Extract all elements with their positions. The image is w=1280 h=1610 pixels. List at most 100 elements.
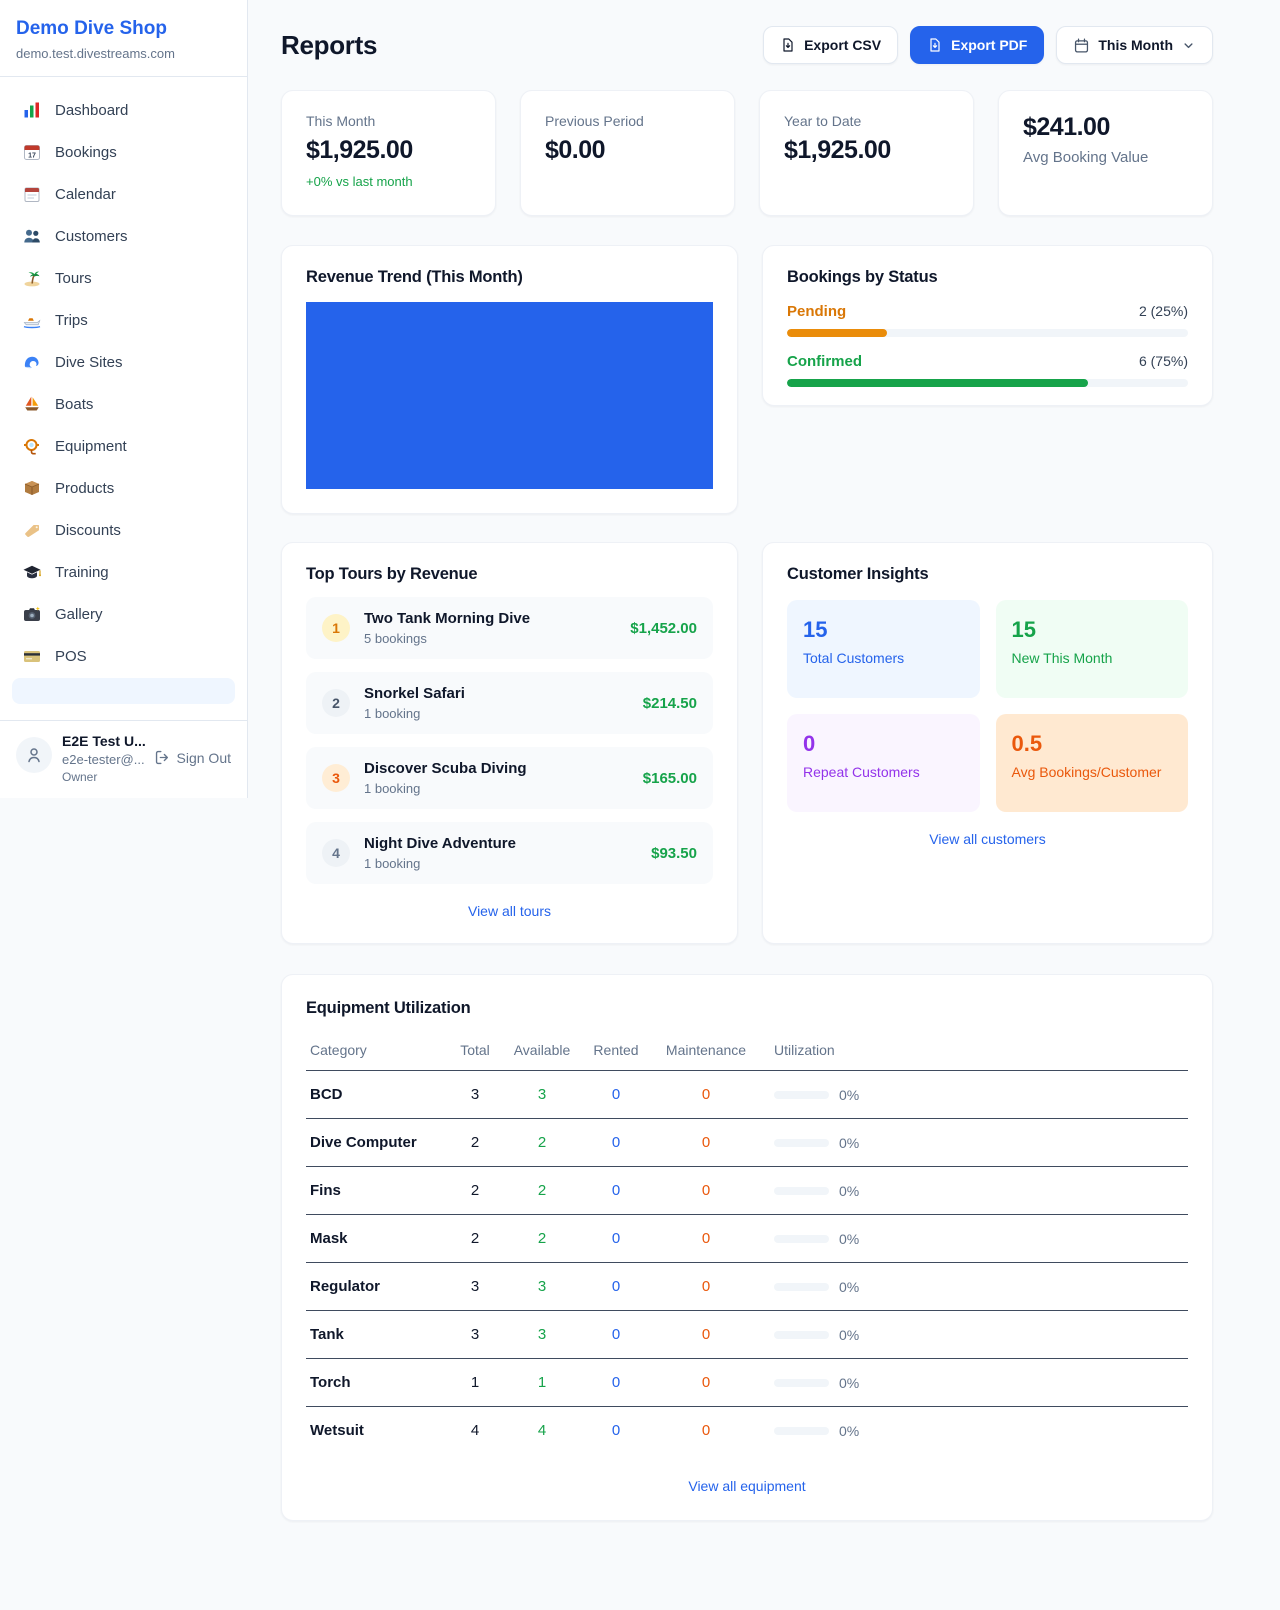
sidebar-item-equipment[interactable]: Equipment — [12, 425, 235, 467]
utilization-bar — [774, 1091, 829, 1099]
sign-out-icon — [154, 749, 171, 766]
utilization-bar — [774, 1379, 829, 1387]
sidebar-item-training[interactable]: Training — [12, 551, 235, 593]
sidebar-item-label: Discounts — [55, 522, 121, 539]
export-pdf-button[interactable]: Export PDF — [910, 26, 1044, 64]
top-tours-title: Top Tours by Revenue — [306, 565, 713, 584]
utilization-bar — [774, 1187, 829, 1195]
table-row: Mask 2 2 0 0 0% — [306, 1215, 1188, 1263]
sidebar-item-tours[interactable]: Tours — [12, 257, 235, 299]
customer-insights-card: Customer Insights 15 Total Customers 15 … — [762, 542, 1213, 944]
revenue-trend-title: Revenue Trend (This Month) — [306, 268, 713, 287]
sailboat-icon — [22, 394, 42, 414]
utilization-bar — [774, 1331, 829, 1339]
revenue-trend-card: Revenue Trend (This Month) — [281, 245, 738, 514]
utilization-bar — [774, 1283, 829, 1291]
stat-card-avg-booking-value: $241.00 Avg Booking Value — [998, 90, 1213, 216]
table-row: Torch 1 1 0 0 0% — [306, 1359, 1188, 1407]
sidebar-item-label: Trips — [55, 312, 88, 329]
insight-tile-avg-bookings: 0.5 Avg Bookings/Customer — [996, 714, 1189, 812]
file-download-icon — [927, 37, 943, 53]
stat-card-year-to-date: Year to Date $1,925.00 — [759, 90, 974, 216]
sidebar-item-calendar[interactable]: Calendar — [12, 173, 235, 215]
sidebar-item-customers[interactable]: Customers — [12, 215, 235, 257]
stat-card-previous-period: Previous Period $0.00 — [520, 90, 735, 216]
top-tours-card: Top Tours by Revenue 1 Two Tank Morning … — [281, 542, 738, 944]
dive-mask-icon — [22, 436, 42, 456]
rank-badge: 3 — [322, 764, 350, 792]
sidebar-header: Demo Dive Shop demo.test.divestreams.com — [0, 0, 247, 77]
progress-track — [787, 329, 1188, 337]
sidebar-item-boats[interactable]: Boats — [12, 383, 235, 425]
rank-badge: 2 — [322, 689, 350, 717]
tour-row: 4 Night Dive Adventure 1 booking $93.50 — [306, 822, 713, 884]
sidebar-item-label: Training — [55, 564, 109, 581]
rank-badge: 1 — [322, 614, 350, 642]
page-title: Reports — [281, 30, 377, 61]
sidebar-item-gallery[interactable]: Gallery — [12, 593, 235, 635]
sidebar-item-active-partial[interactable] — [12, 678, 235, 704]
utilization-bar — [774, 1139, 829, 1147]
table-row: BCD 3 3 0 0 0% — [306, 1071, 1188, 1119]
tour-row: 3 Discover Scuba Diving 1 booking $165.0… — [306, 747, 713, 809]
calendar-date-icon: 17 — [22, 142, 42, 162]
sidebar-item-label: Equipment — [55, 438, 127, 455]
sidebar-item-label: Dashboard — [55, 102, 128, 119]
user-role: Owner — [62, 770, 144, 784]
view-all-tours-link[interactable]: View all tours — [306, 903, 713, 919]
progress-fill-confirmed — [787, 379, 1088, 387]
view-all-equipment-link[interactable]: View all equipment — [306, 1478, 1188, 1494]
sidebar-item-label: Products — [55, 480, 114, 497]
insight-tile-total-customers: 15 Total Customers — [787, 600, 980, 698]
period-select[interactable]: This Month — [1056, 26, 1213, 64]
shop-name-link[interactable]: Demo Dive Shop — [16, 18, 231, 40]
sidebar-item-trips[interactable]: Trips — [12, 299, 235, 341]
status-row-pending: Pending 2 (25%) — [787, 303, 1188, 337]
tag-icon — [22, 520, 42, 540]
export-csv-button[interactable]: Export CSV — [763, 26, 898, 64]
progress-track — [787, 379, 1188, 387]
sidebar-item-label: Boats — [55, 396, 93, 413]
equipment-utilization-title: Equipment Utilization — [306, 999, 1188, 1018]
status-row-confirmed: Confirmed 6 (75%) — [787, 353, 1188, 387]
tour-row: 2 Snorkel Safari 1 booking $214.50 — [306, 672, 713, 734]
utilization-bar — [774, 1427, 829, 1435]
view-all-customers-link[interactable]: View all customers — [787, 831, 1188, 847]
person-icon — [24, 745, 44, 765]
table-header-row: Category Total Available Rented Maintena… — [306, 1032, 1188, 1071]
sidebar-item-label: POS — [55, 648, 87, 665]
svg-text:17: 17 — [28, 153, 36, 160]
sidebar-item-bookings[interactable]: 17 Bookings — [12, 131, 235, 173]
sign-out-button[interactable]: Sign Out — [154, 749, 231, 766]
table-row: Tank 3 3 0 0 0% — [306, 1311, 1188, 1359]
sidebar-nav: Dashboard 17 Bookings Calendar Customers… — [0, 77, 247, 720]
table-row: Wetsuit 4 4 0 0 0% — [306, 1407, 1188, 1455]
sidebar-item-discounts[interactable]: Discounts — [12, 509, 235, 551]
utilization-bar — [774, 1235, 829, 1243]
equipment-utilization-card: Equipment Utilization Category Total Ava… — [281, 974, 1213, 1521]
sidebar-item-dive-sites[interactable]: Dive Sites — [12, 341, 235, 383]
sidebar-item-dashboard[interactable]: Dashboard — [12, 89, 235, 131]
tour-row: 1 Two Tank Morning Dive 5 bookings $1,45… — [306, 597, 713, 659]
rank-badge: 4 — [322, 839, 350, 867]
people-icon — [22, 226, 42, 246]
graduation-cap-icon — [22, 562, 42, 582]
package-icon — [22, 478, 42, 498]
stats-row: This Month $1,925.00 +0% vs last month P… — [281, 90, 1213, 216]
file-download-icon — [780, 37, 796, 53]
sidebar-item-pos[interactable]: POS — [12, 635, 235, 677]
sidebar-item-products[interactable]: Products — [12, 467, 235, 509]
sidebar-item-label: Customers — [55, 228, 128, 245]
chevron-down-icon — [1181, 38, 1196, 53]
sidebar-item-label: Calendar — [55, 186, 116, 203]
sidebar-item-label: Gallery — [55, 606, 103, 623]
user-name: E2E Test U... — [62, 733, 144, 749]
avatar — [16, 737, 52, 773]
sidebar-item-label: Bookings — [55, 144, 117, 161]
progress-fill-pending — [787, 329, 887, 337]
stat-card-this-month: This Month $1,925.00 +0% vs last month — [281, 90, 496, 216]
speedboat-icon — [22, 310, 42, 330]
revenue-trend-chart — [306, 302, 713, 489]
table-row: Regulator 3 3 0 0 0% — [306, 1263, 1188, 1311]
bookings-by-status-card: Bookings by Status Pending 2 (25%) Confi… — [762, 245, 1213, 406]
